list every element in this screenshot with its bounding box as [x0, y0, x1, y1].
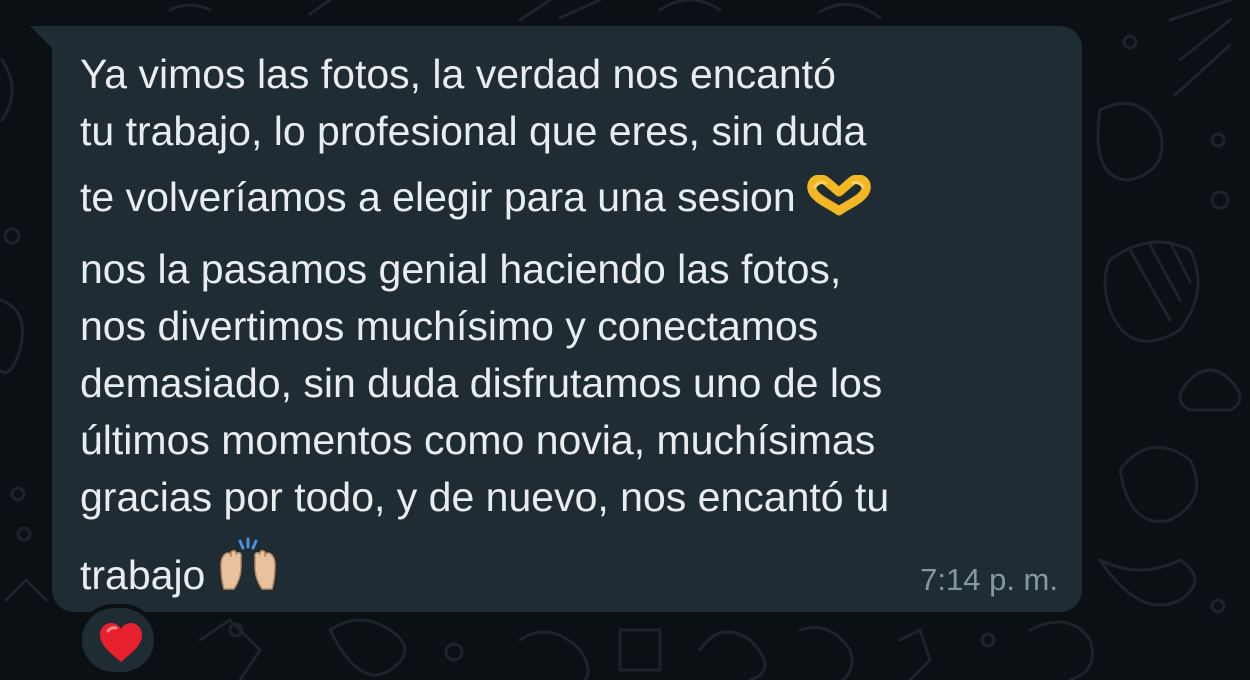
message-line: tu trabajo, lo profesional que eres, sin…: [80, 108, 867, 154]
message-line-with-emoji: te volveríamos a elegir para una sesion: [80, 169, 1040, 232]
message-text: Ya vimos las fotos, la verdad nos encant…: [80, 46, 1040, 610]
raising-hands-icon: [215, 535, 281, 610]
message-bubble-tail: [30, 26, 54, 50]
message-line: nos divertimos muchísimo y conectamos: [80, 303, 819, 349]
chat-background: Ya vimos las fotos, la verdad nos encant…: [0, 0, 1250, 680]
red-heart-icon: [100, 623, 142, 662]
message-line: trabajo: [80, 552, 206, 598]
message-line: nos la pasamos genial haciendo las fotos…: [80, 246, 842, 292]
message-line-with-emoji: trabajo: [80, 535, 1040, 610]
message-line: gracias por todo, y de nuevo, nos encant…: [80, 474, 890, 520]
heart-hands-icon: [806, 174, 872, 232]
message-line: Ya vimos las fotos, la verdad nos encant…: [80, 51, 836, 97]
reaction-badge[interactable]: [78, 604, 158, 676]
message-line: últimos momentos como novia, muchísimas: [80, 417, 876, 463]
message-timestamp: 7:14 p. m.: [920, 562, 1058, 597]
message-line: te volveríamos a elegir para una sesion: [80, 174, 796, 220]
message-line: demasiado, sin duda disfrutamos uno de l…: [80, 360, 883, 406]
